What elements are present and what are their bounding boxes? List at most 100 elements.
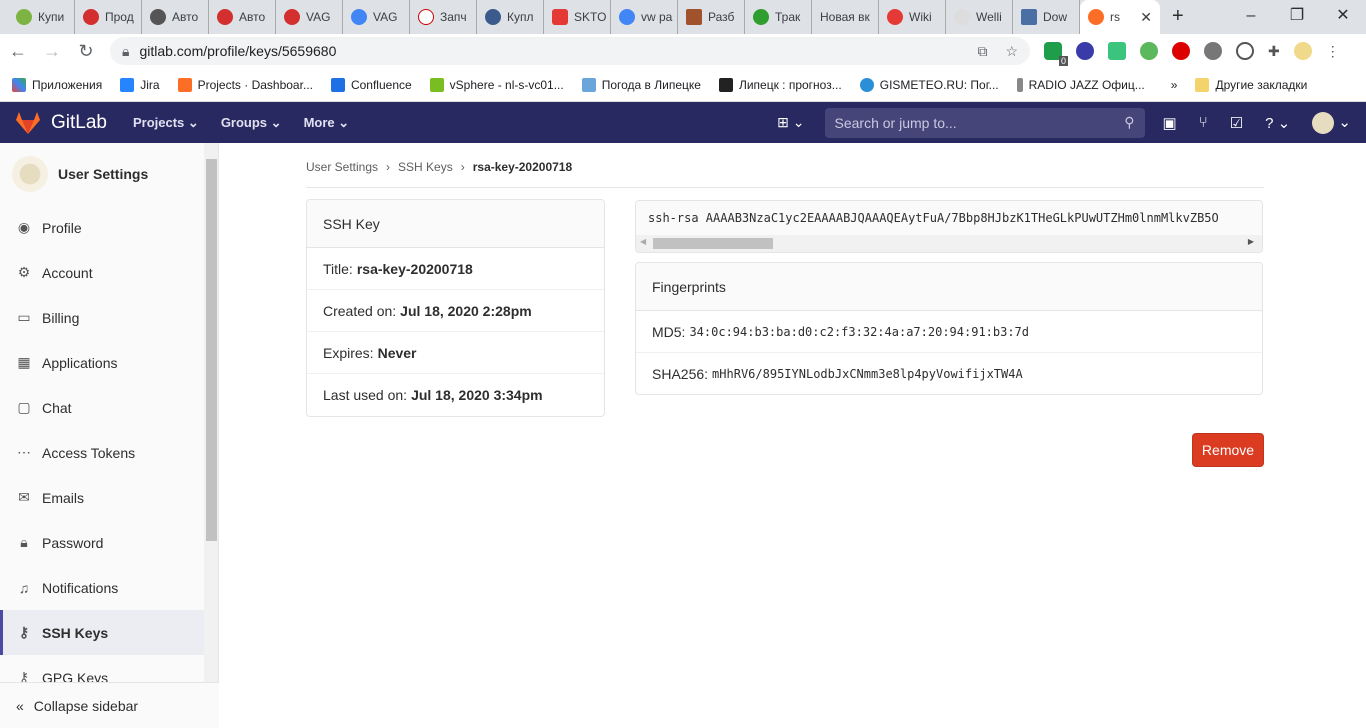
more-menu[interactable]: More ⌄ — [304, 115, 350, 131]
reload-icon[interactable]: ↻ — [76, 41, 96, 62]
sidebar-item-password[interactable]: 🔒︎ Password — [0, 520, 204, 565]
bookmark-label: Другие закладки — [1215, 77, 1308, 92]
sidebar-item-label: Applications — [42, 354, 118, 371]
bookmark[interactable]: Липецк : прогноз... — [718, 77, 842, 92]
sidebar-item-chat[interactable]: ▢ Chat — [0, 385, 204, 430]
browser-tab[interactable]: SKTO — [544, 0, 611, 34]
bookmark-label: vSphere - nl-s-vc01... — [449, 77, 564, 92]
sidebar-scrollbar[interactable] — [204, 143, 218, 690]
value: Never — [377, 344, 417, 361]
horizontal-scrollbar[interactable]: ◀ ▶ — [636, 235, 1262, 252]
value: Jul 18, 2020 2:28pm — [400, 302, 532, 319]
bookmark[interactable]: Погода в Липецке — [581, 77, 701, 92]
label: Last used on: — [323, 387, 408, 403]
merge-requests-icon[interactable]: ⑂ — [1199, 114, 1208, 131]
breadcrumb-link[interactable]: SSH Keys — [398, 160, 453, 174]
browser-tab[interactable]: Dow — [1013, 0, 1080, 34]
forward-icon[interactable]: → — [42, 41, 62, 62]
breadcrumb-current: rsa-key-20200718 — [472, 160, 573, 174]
projects-menu[interactable]: Projects ⌄ — [133, 115, 199, 131]
new-item-dropdown-icon[interactable]: ⊞ ⌄ — [777, 114, 804, 131]
new-tab-button[interactable]: + — [1160, 0, 1196, 34]
bookmark[interactable]: RADIO JAZZ Офиц... — [1016, 77, 1145, 92]
extension-circle-icon[interactable] — [1204, 42, 1222, 60]
scrollbar-thumb[interactable] — [653, 238, 773, 249]
sidebar-item-label: Billing — [42, 309, 80, 326]
bookmark[interactable]: GISMETEO.RU: Пог... — [859, 77, 999, 92]
url-input[interactable]: 🔒︎ gitlab.com/profile/keys/5659680 ⧉ ☆ — [110, 37, 1030, 65]
close-tab-icon[interactable]: ✕ — [1140, 9, 1152, 26]
scroll-left-icon[interactable]: ◀ — [640, 237, 646, 246]
tab-label: Авто — [239, 10, 266, 24]
other-bookmarks[interactable]: Другие закладки — [1195, 77, 1308, 92]
groups-menu[interactable]: Groups ⌄ — [221, 115, 282, 131]
browser-tab[interactable]: vw pa — [611, 0, 678, 34]
profile-avatar-icon[interactable] — [1293, 42, 1312, 60]
help-icon[interactable]: ? ⌄ — [1265, 114, 1290, 132]
minimize-icon[interactable]: – — [1228, 0, 1274, 34]
collapse-sidebar-button[interactable]: « Collapse sidebar — [0, 682, 219, 728]
sidebar-item-ssh-keys[interactable]: ⚷ SSH Keys — [0, 610, 204, 655]
more-bookmarks-button[interactable]: » — [1171, 78, 1178, 92]
search-placeholder: Search or jump to... — [834, 114, 957, 131]
bookmark[interactable]: vSphere - nl-s-vc01... — [429, 77, 564, 92]
puzzle-icon[interactable]: ✚ — [1268, 43, 1280, 60]
user-avatar-menu[interactable]: ⌄ — [1312, 111, 1351, 134]
extension-shield-icon[interactable]: 0 — [1044, 42, 1068, 66]
issues-icon[interactable]: ▣ — [1163, 114, 1177, 132]
browser-tab[interactable]: Разб — [678, 0, 745, 34]
sidebar-item-applications[interactable]: ▦ Applications — [0, 340, 204, 385]
tab-label: Трак — [775, 10, 801, 24]
account-icon: ⚙ — [17, 264, 31, 280]
sidebar-context-header[interactable]: User Settings — [0, 143, 218, 205]
tab-label: Новая вк — [820, 10, 870, 24]
sidebar-item-billing[interactable]: ▭ Billing — [0, 295, 204, 340]
back-icon[interactable]: ← — [8, 41, 28, 62]
breadcrumb-link[interactable]: User Settings — [306, 160, 378, 174]
browser-tab[interactable]: Авто — [209, 0, 276, 34]
extension-code-icon[interactable] — [1236, 42, 1254, 60]
scrollbar-thumb[interactable] — [206, 159, 217, 541]
close-window-icon[interactable]: ✕ — [1320, 0, 1366, 34]
sidebar-item-profile[interactable]: ◉ Profile — [0, 205, 204, 250]
browser-tab[interactable]: Welli — [946, 0, 1013, 34]
browser-tab[interactable]: Купл — [477, 0, 544, 34]
chevron-right-icon: › — [460, 160, 465, 174]
browser-tab[interactable]: VAG — [276, 0, 343, 34]
browser-tab-active[interactable]: rs ✕ — [1080, 0, 1160, 34]
remove-button[interactable]: Remove — [1192, 433, 1264, 467]
public-key-box[interactable]: ssh-rsa AAAAB3NzaC1yc2EAAAABJQAAAQEAytFu… — [635, 200, 1263, 253]
translate-icon[interactable]: ⧉ — [977, 43, 987, 60]
browser-tab[interactable]: VAG — [343, 0, 410, 34]
bookmark[interactable]: Projects · Dashboar... — [177, 77, 313, 92]
scroll-right-icon[interactable]: ▶ — [1248, 237, 1254, 246]
sidebar-item-emails[interactable]: ✉ Emails — [0, 475, 204, 520]
menu-dots-icon[interactable]: ⋮ — [1326, 43, 1340, 60]
search-input[interactable]: Search or jump to... ⚲ — [824, 107, 1145, 138]
sidebar-item-access-tokens[interactable]: ⋯ Access Tokens — [0, 430, 204, 475]
extension-adguard-icon[interactable] — [1140, 42, 1158, 60]
bookmark[interactable]: Jira — [120, 77, 160, 92]
restore-icon[interactable]: ❐ — [1274, 0, 1320, 34]
bookmark-apps[interactable]: Приложения — [12, 77, 102, 92]
extension-s-icon[interactable] — [1076, 42, 1094, 60]
browser-tab[interactable]: Трак — [745, 0, 812, 34]
bookmark-label: RADIO JAZZ Офиц... — [1028, 77, 1145, 92]
extension-touch-icon[interactable] — [1108, 42, 1126, 60]
browser-tab[interactable]: Wiki — [879, 0, 946, 34]
browser-tab-bar: Купи Прод Авто Авто VAG VAG Запч Купл SK… — [0, 0, 1366, 34]
todos-icon[interactable]: ☑ — [1230, 114, 1243, 132]
gitlab-logo[interactable]: GitLab — [15, 111, 107, 135]
sidebar-item-label: SSH Keys — [42, 624, 109, 641]
sidebar-item-account[interactable]: ⚙ Account — [0, 250, 204, 295]
label: SHA256: — [652, 366, 709, 382]
browser-tab[interactable]: Купи — [8, 0, 75, 34]
star-icon[interactable]: ☆ — [1005, 43, 1018, 60]
browser-tab[interactable]: Авто — [142, 0, 209, 34]
browser-tab[interactable]: Новая вк — [812, 0, 879, 34]
bookmark[interactable]: Confluence — [330, 77, 412, 92]
browser-tab[interactable]: Запч — [410, 0, 477, 34]
extension-adblock-icon[interactable] — [1172, 42, 1190, 60]
sidebar-item-notifications[interactable]: ♫ Notifications — [0, 565, 204, 610]
browser-tab[interactable]: Прод — [75, 0, 142, 34]
